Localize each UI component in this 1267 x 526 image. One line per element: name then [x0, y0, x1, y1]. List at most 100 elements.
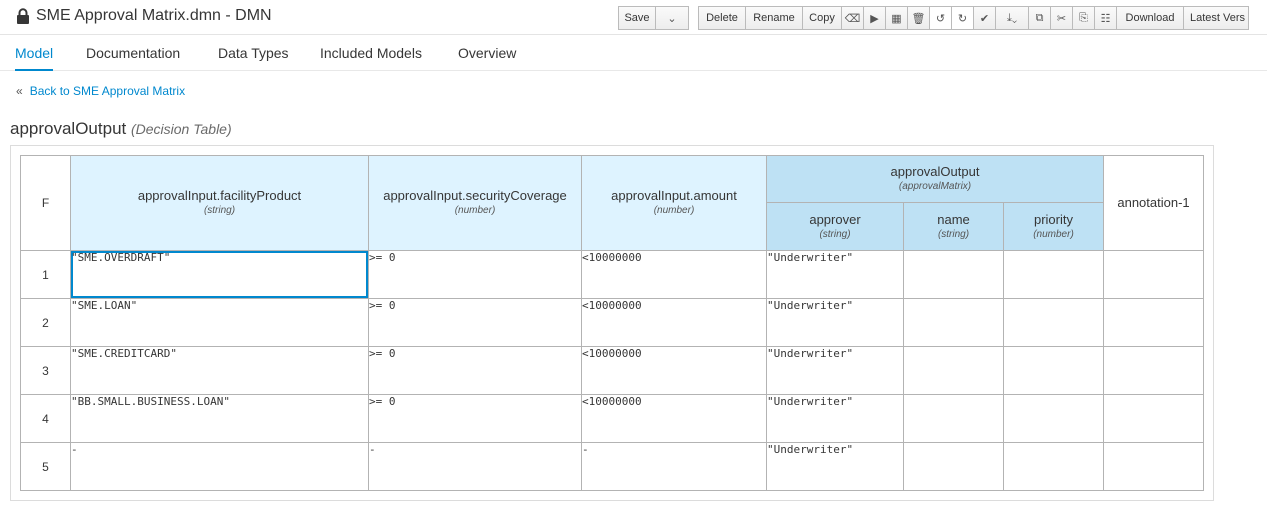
file-title: SME Approval Matrix.dmn - DMN — [36, 7, 272, 24]
copy-button[interactable]: Copy — [802, 6, 842, 30]
table-cell[interactable] — [1003, 346, 1104, 395]
undo-icon: ↺ — [935, 12, 946, 25]
back-link[interactable]: Back to SME Approval Matrix — [30, 84, 185, 98]
input-header-amount[interactable]: approvalInput.amount (number) — [581, 155, 767, 251]
table-cell[interactable] — [1003, 442, 1104, 491]
back-link-row: « Back to SME Approval Matrix — [16, 84, 185, 98]
cut-button[interactable]: ✂ — [1050, 6, 1073, 30]
save-button[interactable]: Save — [618, 6, 656, 30]
scissors-icon: ✂ — [1056, 12, 1067, 25]
rename-button[interactable]: Rename — [745, 6, 803, 30]
sitemap-icon: ☷ — [1100, 12, 1111, 25]
lock-icon — [16, 8, 30, 24]
undo-button[interactable]: ↺ — [929, 6, 952, 30]
decision-heading: approvalOutput (Decision Table) — [10, 119, 232, 139]
redo-button[interactable]: ↻ — [951, 6, 974, 30]
tab-included-models[interactable]: Included Models — [320, 35, 422, 71]
chevron-down-icon: ⌄ — [667, 12, 677, 25]
table-cell[interactable]: "Underwriter" — [766, 346, 904, 395]
table-cell[interactable]: <10000000 — [581, 346, 767, 395]
double-chevron-left-icon: « — [16, 84, 23, 98]
table-cell[interactable] — [903, 442, 1004, 491]
table-cell[interactable] — [1003, 394, 1104, 443]
row-number: 3 — [20, 346, 71, 395]
table-row: 4 "BB.SMALL.BUSINESS.LOAN" >= 0 <1000000… — [20, 394, 1204, 443]
table-cell[interactable]: >= 0 — [368, 394, 582, 443]
hierarchy-button[interactable]: ☷ — [1094, 6, 1117, 30]
duplicate-button[interactable]: ⧉ — [1028, 6, 1051, 30]
output-header[interactable]: approvalOutput (approvalMatrix) — [766, 155, 1104, 203]
trash-icon: 🗑 — [911, 12, 926, 25]
table-cell[interactable]: <10000000 — [581, 250, 767, 299]
table-cell[interactable]: <10000000 — [581, 298, 767, 347]
table-cell[interactable]: "Underwriter" — [766, 250, 904, 299]
play-icon: ▶ — [870, 12, 879, 25]
table-cell[interactable]: "SME.OVERDRAFT" — [70, 250, 369, 299]
eraser-button[interactable]: ⌫ — [841, 6, 864, 30]
download-icon: ⤓⌄ — [1006, 11, 1018, 24]
table-cell[interactable] — [1103, 298, 1204, 347]
save-dropdown-button[interactable]: ⌄ — [655, 6, 689, 30]
duplicate-icon: ⧉ — [1035, 11, 1044, 24]
table-cell[interactable]: "BB.SMALL.BUSINESS.LOAN" — [70, 394, 369, 443]
table-cell[interactable]: - — [70, 442, 369, 491]
table-row: 5 - - - "Underwriter" — [20, 442, 1204, 491]
redo-icon: ↻ — [957, 12, 968, 25]
title-bar: SME Approval Matrix.dmn - DMN Save ⌄ Del… — [0, 0, 1267, 35]
validate-button[interactable]: ✔ — [973, 6, 996, 30]
output-header-name[interactable]: name (string) — [903, 202, 1004, 251]
row-number: 1 — [20, 250, 71, 299]
decision-table: F approvalInput.facilityProduct (string)… — [20, 155, 1204, 491]
tab-model[interactable]: Model — [15, 35, 54, 71]
table-cell[interactable]: "SME.CREDITCARD" — [70, 346, 369, 395]
table-cell[interactable]: <10000000 — [581, 394, 767, 443]
eraser-icon: ⌫ — [844, 12, 861, 25]
table-cell[interactable] — [1103, 250, 1204, 299]
table-cell[interactable] — [903, 346, 1004, 395]
latest-version-button[interactable]: Latest Vers — [1183, 6, 1249, 30]
table-cell[interactable] — [903, 298, 1004, 347]
editor-tabs: Model Documentation Data Types Included … — [0, 35, 1267, 71]
table-cell[interactable]: "SME.LOAN" — [70, 298, 369, 347]
decision-name: approvalOutput — [10, 119, 127, 138]
run-button[interactable]: ▶ — [863, 6, 886, 30]
decision-kind: (Decision Table) — [130, 121, 232, 137]
tab-data-types[interactable]: Data Types — [218, 35, 289, 71]
table-cell[interactable]: - — [581, 442, 767, 491]
trash-button[interactable]: 🗑 — [907, 6, 930, 30]
table-cell[interactable] — [1103, 346, 1204, 395]
table-cell[interactable]: >= 0 — [368, 298, 582, 347]
table-cell[interactable] — [903, 250, 1004, 299]
paste-button[interactable]: ⎘ — [1072, 6, 1095, 30]
output-header-priority[interactable]: priority (number) — [1003, 202, 1104, 251]
table-row: 3 "SME.CREDITCARD" >= 0 <10000000 "Under… — [20, 346, 1204, 395]
row-number: 4 — [20, 394, 71, 443]
editor-title: SME Approval Matrix.dmn - DMN — [16, 7, 272, 25]
table-cell[interactable]: "Underwriter" — [766, 442, 904, 491]
table-cell[interactable] — [1103, 394, 1204, 443]
table-cell[interactable] — [1003, 250, 1104, 299]
grid-icon: ▦ — [891, 12, 902, 25]
delete-button[interactable]: Delete — [698, 6, 746, 30]
tab-documentation[interactable]: Documentation — [86, 35, 180, 71]
grid-button[interactable]: ▦ — [885, 6, 908, 30]
table-cell[interactable]: "Underwriter" — [766, 298, 904, 347]
editor-toolbar: Save ⌄ Delete Rename Copy ⌫ ▶ ▦ 🗑 ↺ ↻ ✔ … — [618, 6, 1249, 30]
download-button[interactable]: Download — [1116, 6, 1184, 30]
export-dropdown-button[interactable]: ⤓⌄ — [995, 6, 1029, 30]
table-cell[interactable] — [1003, 298, 1104, 347]
table-cell[interactable]: >= 0 — [368, 250, 582, 299]
table-cell[interactable] — [1103, 442, 1204, 491]
table-cell[interactable]: - — [368, 442, 582, 491]
table-cell[interactable] — [903, 394, 1004, 443]
paste-icon: ⎘ — [1079, 11, 1088, 24]
row-number: 2 — [20, 298, 71, 347]
tab-overview[interactable]: Overview — [458, 35, 516, 71]
input-header-facility-product[interactable]: approvalInput.facilityProduct (string) — [70, 155, 369, 251]
table-cell[interactable]: "Underwriter" — [766, 394, 904, 443]
output-header-approver[interactable]: approver (string) — [766, 202, 904, 251]
hit-policy-header[interactable]: F — [20, 155, 71, 251]
annotation-header[interactable]: annotation-1 — [1103, 155, 1204, 251]
input-header-security-coverage[interactable]: approvalInput.securityCoverage (number) — [368, 155, 582, 251]
table-cell[interactable]: >= 0 — [368, 346, 582, 395]
